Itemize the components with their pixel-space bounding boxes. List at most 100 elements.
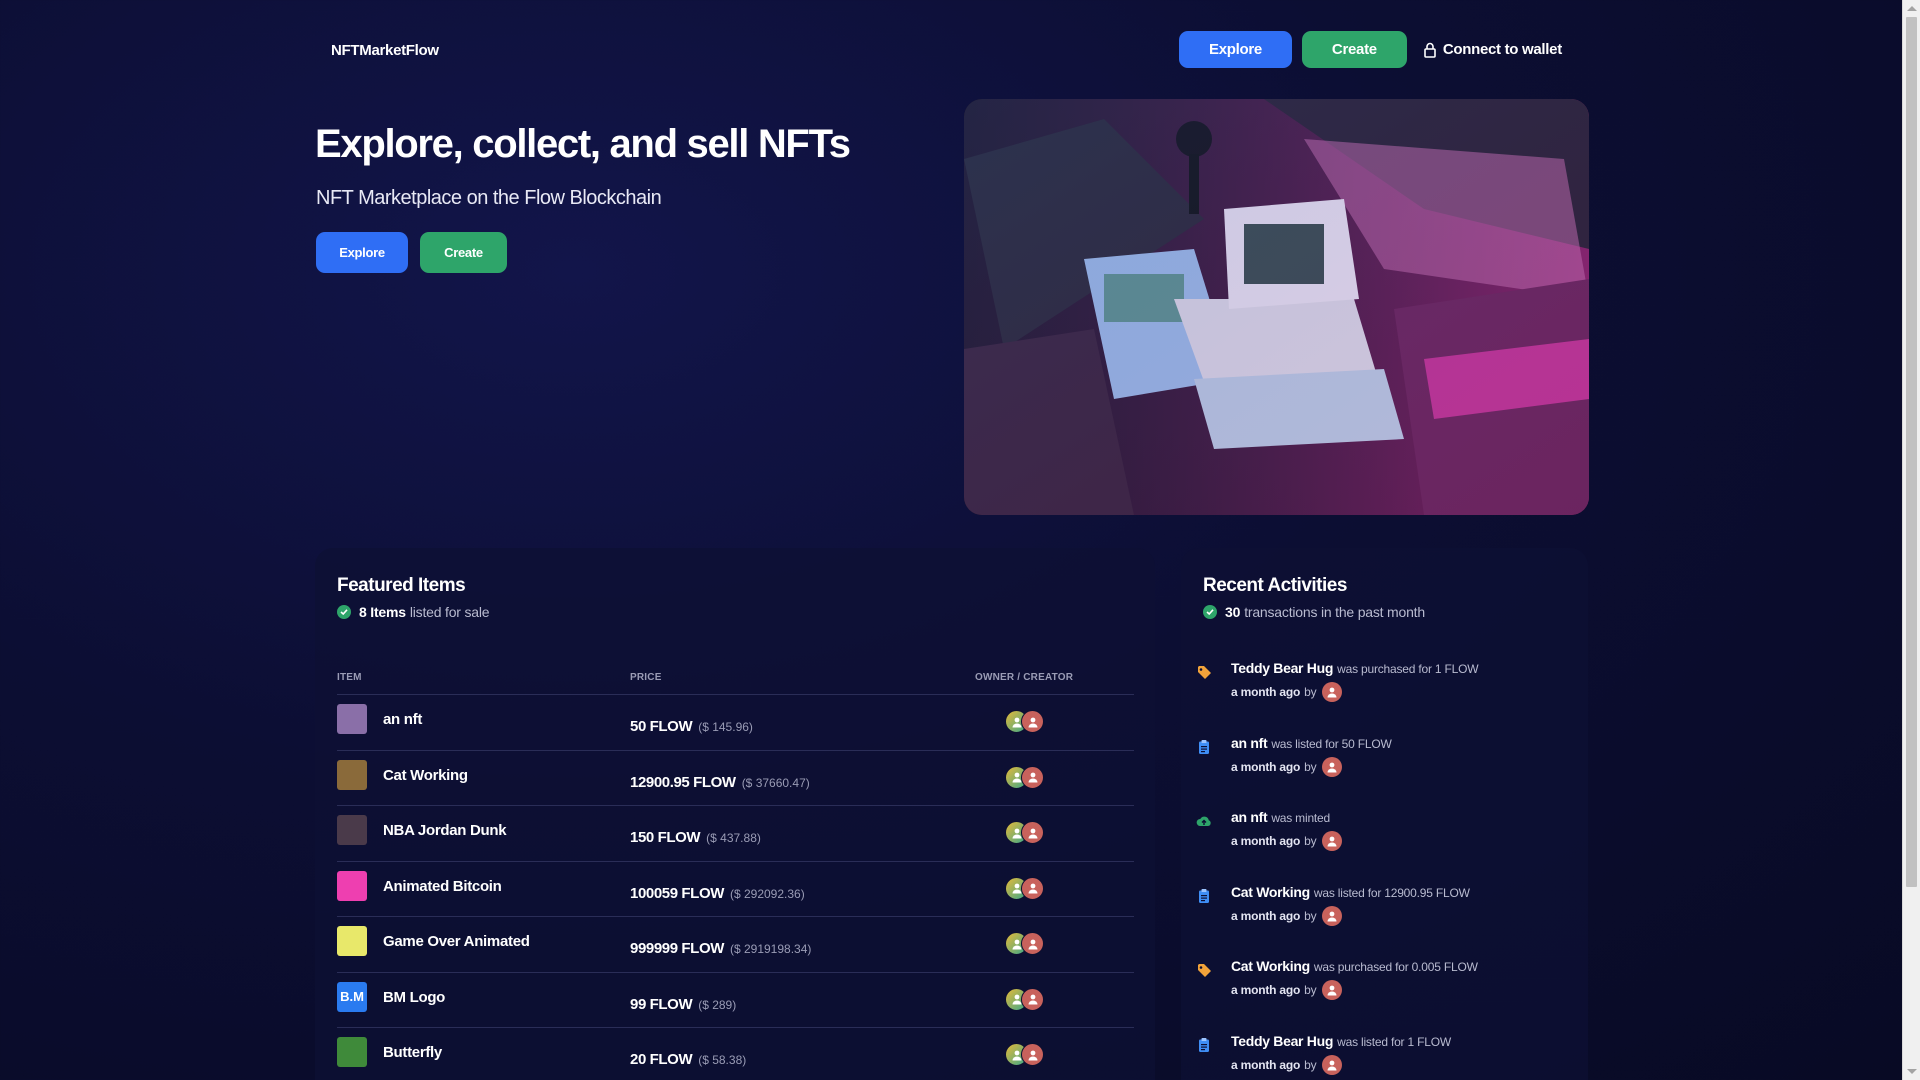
activity-item-name[interactable]: an nft xyxy=(1231,809,1268,825)
hero-explore-button[interactable]: Explore xyxy=(316,232,408,273)
activity-user-avatar[interactable] xyxy=(1322,1054,1343,1075)
activity-item-name[interactable]: Cat Working xyxy=(1231,958,1310,974)
item-price-flow: 50 FLOW xyxy=(630,718,693,735)
item-price-usd: ($ 292092.36) xyxy=(729,886,805,901)
nav-create-button[interactable]: Create xyxy=(1301,31,1407,68)
check-circle-icon xyxy=(337,605,351,619)
activity-by-label: by xyxy=(1304,1057,1317,1072)
connect-wallet-label: Connect to wallet xyxy=(1442,41,1562,58)
item-price-flow: 12900.95 FLOW xyxy=(630,773,736,791)
activity-item[interactable]: Cat Working was listed for 12900.95 FLOW a… xyxy=(1181,882,1588,957)
activity-meta: a month ago by xyxy=(1231,980,1343,1000)
activity-action: was minted xyxy=(1271,811,1331,825)
featured-count-suffix: listed for sale xyxy=(409,604,490,620)
item-thumbnail[interactable] xyxy=(337,870,367,901)
activity-item[interactable]: Teddy Bear Hug was listed for 1 FLOW a mon… xyxy=(1181,1031,1588,1080)
owner-creator-avatars[interactable] xyxy=(1005,876,1049,901)
activity-item[interactable]: Cat Working was purchased for 0.005 FLOW a… xyxy=(1181,956,1588,1031)
item-price-flow: 100059 FLOW xyxy=(630,884,724,902)
activity-action: was listed for 1 FLOW xyxy=(1337,1034,1451,1049)
activity-description: Teddy Bear Hug was listed for 1 FLOW xyxy=(1231,1033,1451,1049)
item-thumbnail[interactable]: B.M xyxy=(337,981,367,1012)
activity-item-name[interactable]: Cat Working xyxy=(1231,884,1310,900)
item-thumbnail[interactable] xyxy=(337,704,367,734)
activity-item-name[interactable]: Teddy Bear Hug xyxy=(1231,1033,1333,1049)
scrollbar-thumb[interactable] xyxy=(1906,17,1917,887)
table-row[interactable]: NBA Jordan Dunk 150 FLOW ($ 437.88) xyxy=(337,805,1134,861)
owner-creator-avatars[interactable] xyxy=(1005,765,1049,790)
item-name[interactable]: Game Over Animated xyxy=(383,933,530,950)
table-row[interactable]: Cat Working 12900.95 FLOW ($ 37660.47) xyxy=(337,749,1134,806)
creator-avatar[interactable] xyxy=(1021,876,1044,900)
activity-user-avatar[interactable] xyxy=(1322,980,1343,1000)
creator-avatar[interactable] xyxy=(1021,932,1044,955)
table-row[interactable]: Butterfly 20 FLOW ($ 58.38) xyxy=(337,1027,1134,1080)
item-thumbnail[interactable] xyxy=(337,926,367,956)
creator-avatar[interactable] xyxy=(1021,987,1044,1011)
activity-action: was purchased for 0.005 FLOW xyxy=(1313,960,1478,974)
item-name[interactable]: Cat Working xyxy=(383,767,468,784)
activity-title: Recent Activities xyxy=(1203,575,1347,596)
activity-user-avatar[interactable] xyxy=(1322,905,1343,926)
item-name[interactable]: Animated Bitcoin xyxy=(383,878,502,895)
activity-time: a month ago xyxy=(1231,983,1301,997)
creator-avatar[interactable] xyxy=(1021,1043,1044,1066)
creator-avatar[interactable] xyxy=(1021,710,1044,733)
owner-creator-avatars[interactable] xyxy=(1005,1043,1049,1067)
item-name[interactable]: NBA Jordan Dunk xyxy=(383,822,507,839)
hero-subtitle: NFT Marketplace on the Flow Blockchain xyxy=(316,187,662,209)
activity-item-name[interactable]: Teddy Bear Hug xyxy=(1231,660,1333,676)
vertical-scrollbar[interactable] xyxy=(1902,0,1920,1080)
item-thumbnail[interactable] xyxy=(337,815,367,845)
activity-item-name[interactable]: an nft xyxy=(1231,735,1268,751)
site-logo[interactable]: NFTMarketFlow xyxy=(331,42,439,59)
top-nav: Explore Create Connect to wallet xyxy=(1179,31,1562,68)
owner-creator-avatars[interactable] xyxy=(1005,821,1049,845)
item-price: 50 FLOW ($ 145.96) xyxy=(630,718,753,735)
activity-item[interactable]: an nft was minted a month ago by xyxy=(1181,807,1588,882)
activity-time: a month ago xyxy=(1231,1057,1301,1072)
activity-description: an nft was minted xyxy=(1231,809,1330,825)
activity-user-avatar[interactable] xyxy=(1322,756,1343,777)
activity-by-label: by xyxy=(1304,908,1317,923)
scroll-down-arrow-icon[interactable] xyxy=(1907,1069,1917,1074)
item-thumbnail[interactable] xyxy=(337,1037,367,1067)
hero-create-button[interactable]: Create xyxy=(420,232,507,273)
cloud-upload-icon xyxy=(1196,813,1212,829)
owner-creator-avatars[interactable] xyxy=(1005,932,1049,956)
activity-item[interactable]: an nft was listed for 50 FLOW a month ago b… xyxy=(1181,733,1588,808)
creator-avatar[interactable] xyxy=(1021,765,1044,789)
activity-user-avatar[interactable] xyxy=(1322,682,1343,702)
item-price: 12900.95 FLOW ($ 37660.47) xyxy=(630,774,810,791)
table-row[interactable]: B.M BM Logo 99 FLOW ($ 289) xyxy=(337,971,1134,1028)
connect-wallet-link[interactable]: Connect to wallet xyxy=(1423,41,1562,58)
creator-avatar[interactable] xyxy=(1021,821,1044,844)
item-price-flow: 99 FLOW xyxy=(630,995,693,1013)
item-name[interactable]: BM Logo xyxy=(383,989,445,1006)
clipboard-icon xyxy=(1196,739,1212,755)
nav-explore-button[interactable]: Explore xyxy=(1179,31,1292,68)
featured-summary: 8 Items listed for sale xyxy=(337,604,490,620)
item-name[interactable]: Butterfly xyxy=(383,1044,442,1061)
activity-by-label: by xyxy=(1304,983,1317,997)
table-row[interactable]: Animated Bitcoin 100059 FLOW ($ 292092.36) xyxy=(337,860,1134,917)
owner-creator-avatars[interactable] xyxy=(1005,710,1049,734)
item-thumbnail[interactable] xyxy=(337,759,367,790)
tag-icon xyxy=(1196,664,1212,680)
column-owner-creator: OWNER / CREATOR xyxy=(975,672,1074,683)
table-row[interactable]: Game Over Animated 999999 FLOW ($ 2919198.… xyxy=(337,916,1134,972)
activity-description: Cat Working was listed for 12900.95 FLOW xyxy=(1231,884,1470,900)
activity-time: a month ago xyxy=(1231,759,1301,774)
hero-title: Explore, collect, and sell NFTs xyxy=(315,122,851,166)
item-price: 100059 FLOW ($ 292092.36) xyxy=(630,885,805,902)
activity-item[interactable]: Teddy Bear Hug was purchased for 1 FLOW a … xyxy=(1181,658,1588,733)
activity-description: Cat Working was purchased for 0.005 FLOW xyxy=(1231,958,1478,974)
owner-creator-avatars[interactable] xyxy=(1005,987,1049,1012)
scroll-up-arrow-icon[interactable] xyxy=(1907,6,1917,11)
item-name[interactable]: an nft xyxy=(383,711,422,728)
item-price-usd: ($ 289) xyxy=(698,997,737,1012)
activity-meta: a month ago by xyxy=(1231,756,1343,777)
recent-activities-panel: Recent Activities 30 transactions in the… xyxy=(1181,548,1588,1080)
activity-user-avatar[interactable] xyxy=(1322,831,1343,851)
table-row[interactable]: an nft 50 FLOW ($ 145.96) xyxy=(337,694,1134,750)
